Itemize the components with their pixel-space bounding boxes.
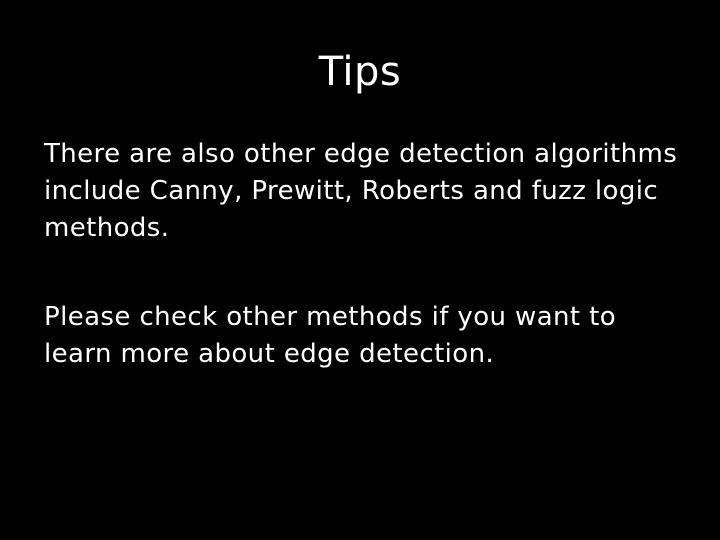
- slide: Tips There are also other edge detection…: [0, 0, 720, 540]
- slide-title: Tips: [318, 49, 402, 95]
- slide-body: There are also other edge detection algo…: [44, 136, 684, 373]
- paragraph-learn-more: Please check other methods if you want t…: [44, 302, 617, 369]
- paragraph-edge-algorithms: There are also other edge detection algo…: [44, 139, 678, 243]
